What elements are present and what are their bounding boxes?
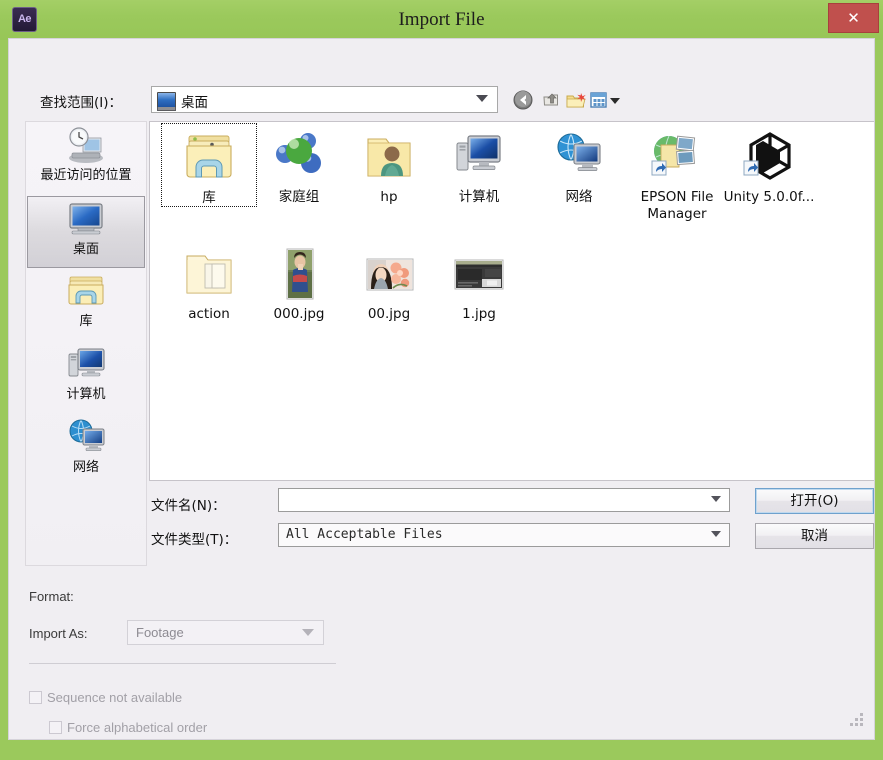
file-item-label: 家庭组 [278,189,320,205]
file-type-value: All Acceptable Files [286,527,443,542]
chevron-down-icon[interactable] [711,496,721,502]
unity-shortcut-icon [721,129,817,189]
import-file-dialog: Ae Import File ✕ 查找范围(I)： 桌面 最近访问的位置 桌面 … [0,0,883,760]
sequence-checkbox[interactable] [29,691,42,704]
sidebar-item-label: 库 [79,314,93,329]
desktop-icon [28,197,144,243]
file-name-label: 文件名(N)： [151,498,226,514]
sidebar-item-network[interactable]: 网络 [27,415,145,487]
epson-shortcut-icon [621,129,733,189]
chevron-down-icon [302,629,314,636]
file-item-label: Unity 5.0.0f... [723,189,815,205]
file-item-unity[interactable]: Unity 5.0.0f... [721,123,817,206]
computer-icon [431,129,527,189]
up-folder-icon[interactable] [540,88,564,112]
resize-grip[interactable] [850,713,864,727]
title-bar: Ae Import File ✕ [0,0,883,40]
sidebar-item-label: 网络 [72,460,99,475]
file-item-1jpg[interactable]: 1.jpg [431,240,527,323]
file-item-action[interactable]: action [161,240,257,323]
file-item-label: EPSON File Manager [640,189,714,222]
file-item-label: action [188,306,230,322]
file-item-label: hp [380,189,398,205]
look-in-combobox[interactable]: 桌面 [151,86,498,113]
chevron-down-icon [476,95,488,102]
file-item-00jpg[interactable]: 00.jpg [341,240,437,323]
file-item-label: 计算机 [458,189,500,205]
places-sidebar: 最近访问的位置 桌面 库 计算机 网络 [25,121,147,566]
sequence-checkbox-label: Sequence not available [47,690,183,705]
homegroup-icon [251,129,347,189]
libraries-folder-icon [162,130,256,190]
format-label: Format: [29,589,74,604]
sidebar-item-label: 计算机 [66,387,106,402]
page-title: Import File [398,9,485,30]
libraries-icon [27,269,145,315]
force-alphabetical-label: Force alphabetical order [67,720,208,735]
chevron-down-icon[interactable] [711,531,721,537]
recent-places-icon [27,123,145,169]
file-item-label: 000.jpg [273,306,325,322]
import-as-label: Import As: [29,626,88,641]
image-thumbnail-child [251,246,347,306]
file-item-000jpg[interactable]: 000.jpg [251,240,347,323]
dialog-client-area: 查找范围(I)： 桌面 最近访问的位置 桌面 库 计算机 网络 库 家庭组 hp… [8,38,875,740]
sidebar-item-label: 桌面 [72,242,99,257]
new-folder-icon[interactable] [564,88,588,112]
computer-icon [27,342,145,388]
open-button[interactable]: 打开(O) [755,488,874,514]
sidebar-item-recent[interactable]: 最近访问的位置 [27,123,145,195]
image-thumbnail-woman [341,246,437,306]
file-item-label: 1.jpg [462,306,496,322]
divider [29,663,336,664]
sidebar-item-label: 最近访问的位置 [40,168,132,183]
file-item-computer[interactable]: 计算机 [431,123,527,206]
import-as-select[interactable]: Footage [127,620,324,645]
file-name-input[interactable] [278,488,730,512]
file-item-libraries[interactable]: 库 [161,123,257,207]
network-icon [531,129,627,189]
look-in-value: 桌面 [181,95,208,111]
file-item-hp[interactable]: hp [341,123,437,206]
image-thumbnail-screenshot [431,246,527,306]
file-item-homegroup[interactable]: 家庭组 [251,123,347,206]
import-as-value: Footage [136,625,184,640]
file-type-label: 文件类型(T)： [151,532,238,548]
desktop-icon [157,92,176,111]
sidebar-item-desktop[interactable]: 桌面 [27,196,145,268]
file-item-network[interactable]: 网络 [531,123,627,206]
file-item-label: 库 [202,190,216,206]
file-item-label: 00.jpg [367,306,411,322]
force-alphabetical-checkbox[interactable] [49,721,62,734]
file-item-epson[interactable]: EPSON File Manager [621,123,733,223]
sidebar-item-libraries[interactable]: 库 [27,269,145,341]
look-in-label: 查找范围(I)： [40,95,123,111]
network-icon [27,415,145,461]
user-folder-icon [341,129,437,189]
cancel-button[interactable]: 取消 [755,523,874,549]
back-icon[interactable] [512,88,536,112]
folder-icon [161,246,257,306]
file-list-panel[interactable]: 库 家庭组 hp 计算机 网络 EPSON File Manager Unity… [149,121,874,481]
file-item-label: 网络 [565,189,593,205]
file-type-select[interactable]: All Acceptable Files [278,523,730,547]
sidebar-item-computer[interactable]: 计算机 [27,342,145,414]
close-button[interactable]: ✕ [828,3,879,33]
views-icon[interactable] [588,88,620,112]
